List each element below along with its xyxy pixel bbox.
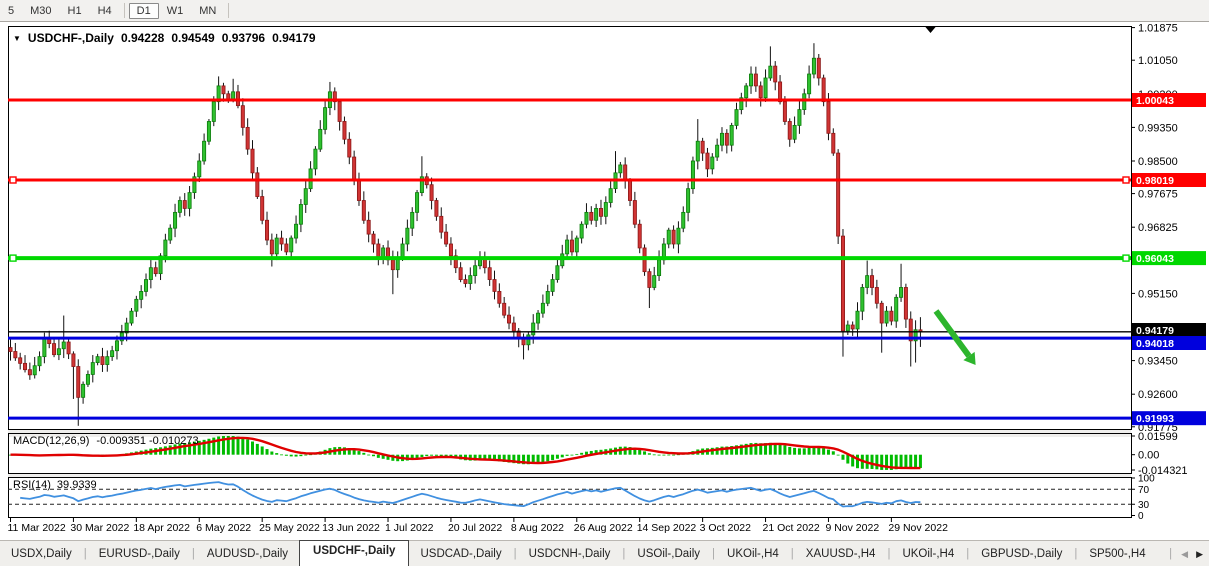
svg-text:0.94018: 0.94018	[1136, 338, 1174, 350]
svg-text:0.98019: 0.98019	[1136, 175, 1174, 187]
svg-text:6 May 2022: 6 May 2022	[196, 522, 251, 534]
chart-canvas[interactable]: 11 Mar 2022 30 Mar 2022 18 Apr 2022 6 May 2…	[0, 0, 1209, 540]
svg-text:1.00043: 1.00043	[1136, 95, 1174, 107]
svg-text:20 Jul 2022: 20 Jul 2022	[448, 522, 502, 534]
svg-text:1 Jul 2022: 1 Jul 2022	[385, 522, 434, 534]
tab-scroll-left-icon[interactable]: ◀	[1181, 549, 1188, 560]
svg-text:0.94179: 0.94179	[1136, 325, 1174, 337]
svg-text:0.00: 0.00	[1138, 450, 1159, 462]
svg-text:8 Aug 2022: 8 Aug 2022	[511, 522, 564, 534]
tab-eurusd-daily[interactable]: EURUSD-,Daily	[88, 544, 191, 564]
svg-text:29 Nov 2022: 29 Nov 2022	[888, 522, 948, 534]
tab-usdx-daily[interactable]: USDX,Daily	[0, 544, 83, 564]
tab-usdchf-daily[interactable]: USDCHF-,Daily	[299, 540, 409, 566]
svg-text:21 Oct 2022: 21 Oct 2022	[763, 522, 820, 534]
svg-text:0.96043: 0.96043	[1136, 253, 1174, 265]
svg-text:18 Apr 2022: 18 Apr 2022	[133, 522, 190, 534]
svg-text:0.95150: 0.95150	[1138, 288, 1178, 300]
tab-ukoil2-h4[interactable]: UKOil-,H4	[891, 544, 965, 564]
svg-text:0.97675: 0.97675	[1138, 189, 1178, 201]
svg-text:0.92600: 0.92600	[1138, 389, 1178, 401]
svg-text:30: 30	[1138, 500, 1150, 511]
tab-scroll-right-icon[interactable]: ▶	[1196, 549, 1203, 560]
svg-text:13 Jun 2022: 13 Jun 2022	[322, 522, 380, 534]
tab-usdcnh-daily[interactable]: USDCNH-,Daily	[518, 544, 622, 564]
svg-text:0.91993: 0.91993	[1136, 413, 1174, 425]
tab-xauusd-h4[interactable]: XAUUSD-,H4	[795, 544, 887, 564]
svg-text:26 Aug 2022: 26 Aug 2022	[574, 522, 633, 534]
svg-text:3 Oct 2022: 3 Oct 2022	[700, 522, 752, 534]
svg-text:0.01599: 0.01599	[1138, 431, 1178, 443]
svg-text:70: 70	[1138, 485, 1150, 496]
symbol-tab-bar: USDX,Daily | EURUSD-,Daily | AUDUSD-,Dai…	[0, 540, 1209, 566]
tab-ukoil-h4[interactable]: UKOil-,H4	[716, 544, 790, 564]
svg-text:25 May 2022: 25 May 2022	[259, 522, 320, 534]
svg-text:0.98500: 0.98500	[1138, 156, 1178, 168]
tab-usoil-daily[interactable]: USOil-,Daily	[626, 544, 711, 564]
svg-text:100: 100	[1138, 474, 1155, 485]
svg-text:0: 0	[1138, 511, 1144, 522]
svg-text:14 Sep 2022: 14 Sep 2022	[637, 522, 697, 534]
tab-separator: |	[1168, 548, 1173, 560]
tab-audusd-daily[interactable]: AUDUSD-,Daily	[196, 544, 299, 564]
svg-text:0.99350: 0.99350	[1138, 122, 1178, 134]
svg-text:1.01050: 1.01050	[1138, 55, 1178, 67]
tab-usdcad-daily[interactable]: USDCAD-,Daily	[409, 544, 512, 564]
tab-scroll-nav: | ◀ ▶	[1168, 548, 1209, 560]
tab-gbpusd-daily[interactable]: GBPUSD-,Daily	[970, 544, 1073, 564]
svg-text:0.96825: 0.96825	[1138, 222, 1178, 234]
svg-text:11 Mar 2022: 11 Mar 2022	[8, 522, 66, 534]
tab-sp500-h4[interactable]: SP500-,H4	[1078, 544, 1156, 564]
svg-text:0.93450: 0.93450	[1138, 356, 1178, 368]
svg-text:1.01875: 1.01875	[1138, 23, 1178, 35]
mt4-window: 5 M30 H1 H4 D1 W1 MN 11 Mar 202230 Mar 2…	[0, 0, 1209, 566]
svg-text:9 Nov 2022: 9 Nov 2022	[825, 522, 879, 534]
svg-text:30 Mar 2022: 30 Mar 2022	[70, 522, 129, 534]
